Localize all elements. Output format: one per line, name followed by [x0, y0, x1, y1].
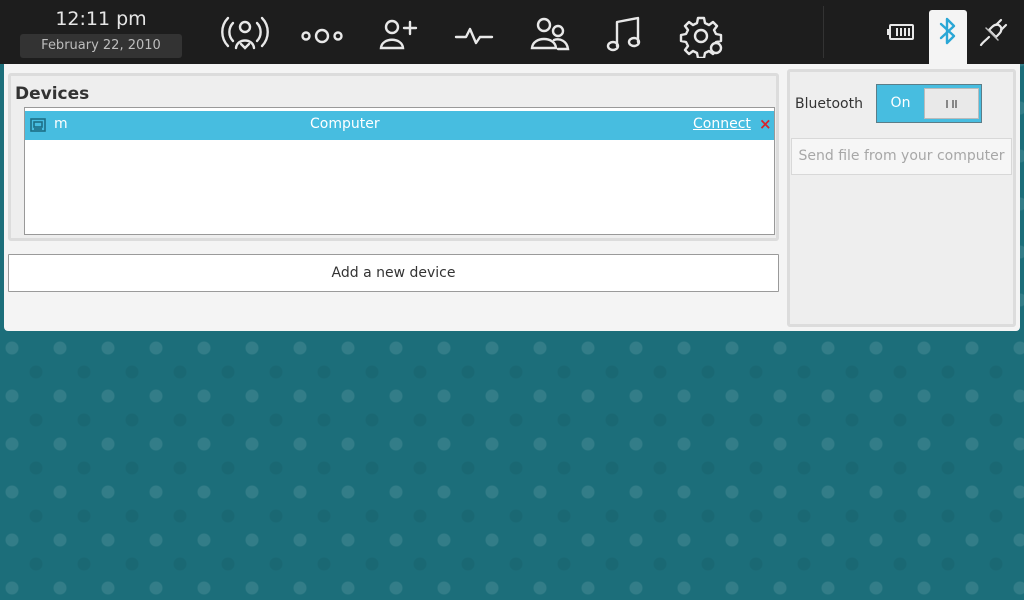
applications-icon[interactable] [296, 12, 348, 58]
remove-device-icon[interactable]: × [759, 115, 772, 133]
send-file-button: Send file from your computer [791, 138, 1012, 175]
device-type: Computer [310, 116, 380, 132]
device-name: m [54, 116, 68, 132]
add-device-button[interactable]: Add a new device [8, 254, 779, 292]
top-panel: 12:11 pm February 22, 2010 [0, 0, 1024, 66]
activity-icon[interactable] [448, 12, 500, 58]
power-plug-icon[interactable] [975, 10, 1013, 54]
status-divider [823, 6, 824, 58]
bluetooth-toggle[interactable]: On [876, 84, 982, 123]
device-list[interactable]: m Computer Connect × [24, 107, 775, 235]
music-icon[interactable] [600, 12, 652, 58]
bluetooth-settings: Bluetooth On Send file from your compute… [787, 69, 1016, 327]
battery-icon[interactable] [882, 10, 920, 54]
clock-date: February 22, 2010 [20, 34, 182, 58]
clock-time: 12:11 pm [55, 8, 147, 30]
bluetooth-label: Bluetooth [795, 96, 863, 112]
devices-section: Devices m Computer Connect × [8, 73, 779, 241]
grip-icon [946, 99, 957, 108]
device-row[interactable]: m Computer Connect × [25, 111, 774, 140]
settings-icon[interactable] [676, 12, 728, 58]
wireless-icon[interactable] [219, 12, 271, 58]
computer-icon [30, 118, 46, 136]
bluetooth-icon[interactable] [929, 10, 967, 66]
people-icon[interactable] [524, 12, 576, 58]
clock[interactable]: 12:11 pm February 22, 2010 [20, 6, 182, 58]
toggle-on-label: On [890, 95, 911, 111]
bluetooth-panel: Devices m Computer Connect × Add a new d… [4, 64, 1020, 331]
add-contact-icon[interactable] [372, 12, 424, 58]
toggle-knob[interactable] [924, 88, 979, 119]
connect-link[interactable]: Connect [693, 116, 751, 132]
devices-title: Devices [15, 84, 90, 104]
